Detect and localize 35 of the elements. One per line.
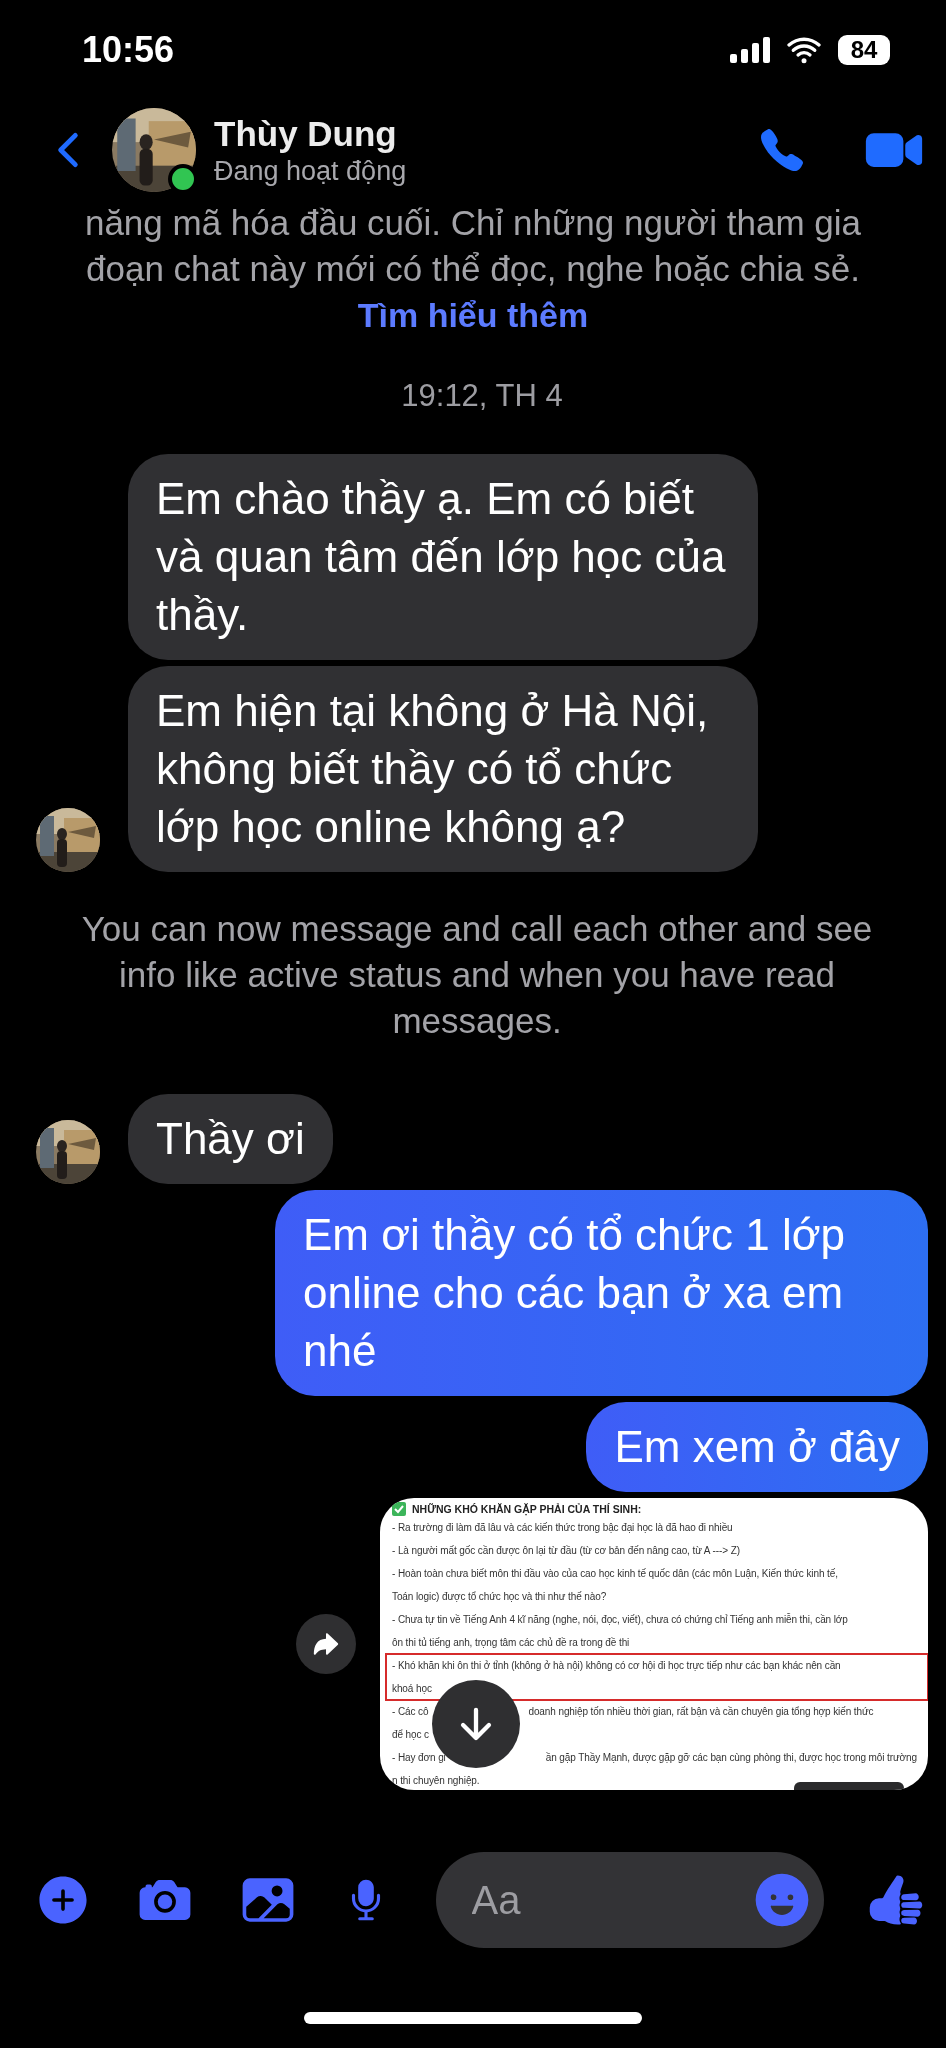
- clock: 10:56: [82, 29, 175, 71]
- timestamp: 19:12, TH 4: [401, 378, 563, 414]
- document-text: doanh nghiệp tốn nhiều thời gian, rất bận và cần chuyên gia tổng hợp kiến thức: [528, 1706, 874, 1717]
- document-text: - Khó khăn khi ôn thi ở tỉnh (không ở hà nội) không có cơ hội đi học trực tiếp như các bạn khác nên cần: [392, 1660, 841, 1671]
- checkmark-icon: [392, 1502, 406, 1516]
- document-text: - Chưa tự tin về Tiếng Anh 4 kĩ năng (nghe, nói, đọc, viết), chưa có chứng chỉ Tiếng anh miễn thi, cần lớp: [392, 1614, 848, 1625]
- document-heading: NHỮNG KHÓ KHĂN GẶP PHẢI CỦA THÍ SINH:: [412, 1503, 642, 1515]
- message-field[interactable]: Aa: [435, 1852, 824, 1948]
- learn-more-link[interactable]: Tìm hiểu thêm: [357, 292, 589, 338]
- signal-icon: [730, 37, 770, 63]
- document-text: - Là người mất gốc cần được ôn lại từ đầu (từ cơ bản đến nâng cao, từ A ---> Z): [392, 1545, 740, 1556]
- encryption-notice: năng mã hóa đầu cuối. Chỉ những người tham gia đoạn chat này mới có thể đọc, nghe hoặc chia sẻ.: [83, 202, 863, 290]
- message-bubble: Em xem ở đây: [586, 1402, 928, 1492]
- document-text: - Hoàn toàn chưa biết môn thi đầu vào của cao học kinh tế quốc dân (các môn Luận, Kiến thức kinh tế,: [392, 1568, 838, 1579]
- document-text: Toán logic) được tổ chức học và thi như thế nào?: [392, 1591, 607, 1602]
- contact-name: Thùy Dung: [214, 113, 398, 154]
- document-text: - Hay đơn gi: [392, 1752, 446, 1763]
- phone-icon: [758, 126, 806, 174]
- document-image[interactable]: [380, 1498, 928, 1790]
- forward-button[interactable]: [296, 1614, 356, 1674]
- document-text: để học c: [392, 1729, 429, 1740]
- contact-status: Đang hoạt động: [214, 155, 408, 187]
- document-text: - Ra trường đi làm đã lâu và các kiến thức trong bậc đại học là đã hao đi nhiều: [392, 1522, 733, 1533]
- system-message: You can now message and call each other and see info like active status and when you have read messages.: [80, 908, 874, 1042]
- phone-call-button[interactable]: [758, 126, 806, 174]
- document-text: ần gặp Thầy Mạnh, được gặp gỡ các bạn cùng phòng thi, được học trong môi trường: [545, 1752, 917, 1763]
- document-text: ôn thi tủ tiếng anh, trọng tâm các chủ đề ra trong đề thi: [392, 1637, 630, 1648]
- message-bubble: Em chào thầy ạ. Em có biết và quan tâm đến lớp học của thầy.: [128, 454, 758, 660]
- message-input[interactable]: Aa: [469, 1876, 674, 1924]
- message-bubble: Thầy ơi: [128, 1094, 333, 1184]
- document-text: - Các cô: [392, 1706, 429, 1717]
- message-bubble: Em ơi thầy có tổ chức 1 lớp online cho các bạn ở xa em nhé: [275, 1190, 928, 1396]
- document-text: khoá học: [392, 1683, 432, 1694]
- message-bubble: Em hiện tại không ở Hà Nội, không biết thầy có tổ chức lớp học online không ạ?: [128, 666, 758, 872]
- battery-level: 84: [838, 35, 890, 65]
